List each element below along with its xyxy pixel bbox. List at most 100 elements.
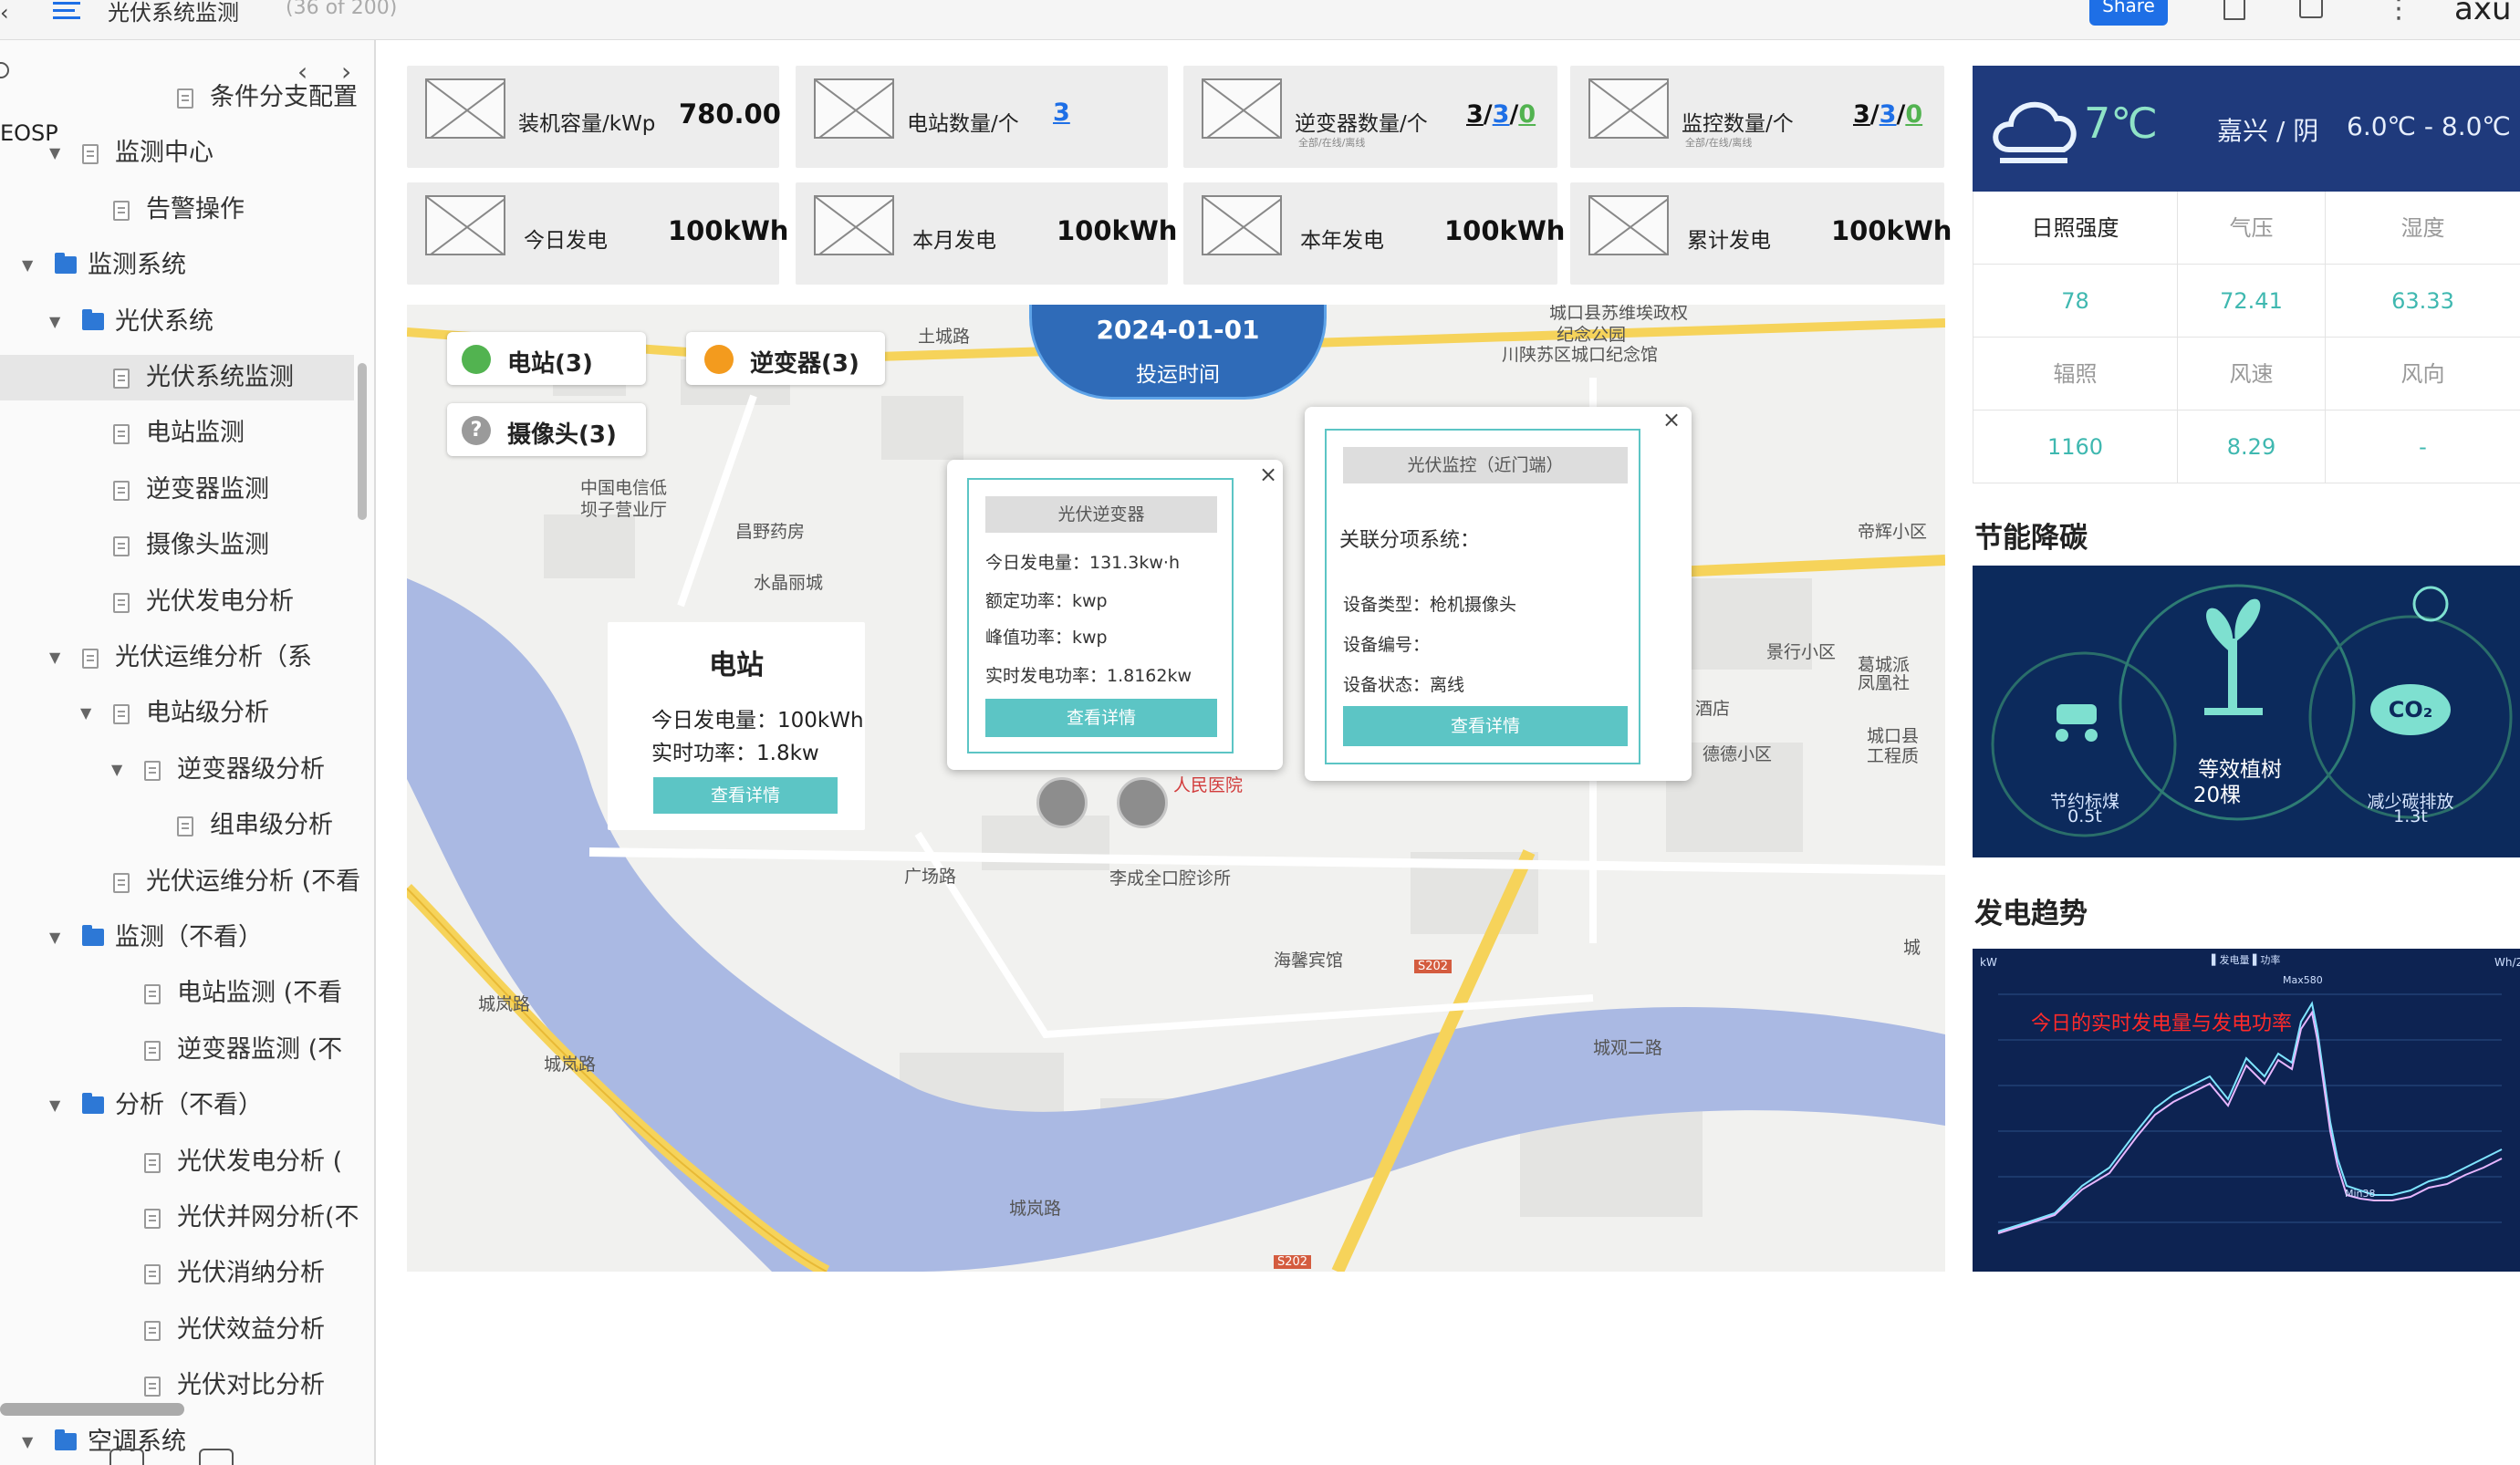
- brand-logo: axu: [2454, 0, 2512, 27]
- sidebar-item[interactable]: ▼ 监测系统: [0, 243, 354, 288]
- close-icon[interactable]: ×: [1259, 462, 1277, 487]
- sidebar-item[interactable]: ▼ 监测（不看）: [0, 915, 354, 961]
- sidebar-item[interactable]: 组串级分析: [0, 803, 354, 848]
- placeholder-image-icon: [1588, 195, 1669, 255]
- expand-arrow-icon[interactable]: ▼: [49, 1083, 60, 1128]
- page-icon: [113, 480, 130, 501]
- sidebar-item[interactable]: 光伏运维分析 (不看: [0, 859, 360, 905]
- chip-station[interactable]: 电站(3): [447, 332, 646, 385]
- sidebar-item[interactable]: ▼ 监测中心: [0, 130, 354, 176]
- expand-arrow-icon[interactable]: ▼: [49, 915, 60, 961]
- placeholder-image-icon: [1202, 195, 1282, 255]
- sidebar-item[interactable]: ▼ 分析（不看）: [0, 1083, 354, 1128]
- more-icon[interactable]: ⋮: [2385, 0, 2412, 25]
- horizontal-scrollbar[interactable]: [0, 1403, 184, 1416]
- map-view[interactable]: 土城路 城口县苏维埃政权 纪念公园 川陕苏区城口纪念馆 中国电信低 坝子营业厅 昌野药房 水晶…: [407, 305, 1945, 1272]
- share-button[interactable]: Share: [2089, 0, 2168, 26]
- kpi-value[interactable]: 3/3/0: [1853, 100, 1922, 129]
- trend-legend: ▌发电量 ▌功率: [2212, 954, 2281, 966]
- camera-row: 设备类型：枪机摄像头: [1343, 595, 1517, 615]
- next-page-icon[interactable]: [199, 1449, 234, 1465]
- wrench-icon: [704, 345, 734, 374]
- weather-value: 78: [1973, 265, 2178, 338]
- sidebar-item[interactable]: 光伏并网分析(不: [0, 1195, 359, 1241]
- inverter-detail-button[interactable]: 查看详情: [985, 699, 1217, 737]
- sidebar-item-label: 逆变器监测 (不: [177, 1034, 343, 1064]
- chip-camera[interactable]: ? 摄像头(3): [447, 403, 646, 456]
- question-icon: ?: [462, 416, 491, 445]
- map-place-label: 景行小区: [1766, 642, 1837, 662]
- sidebar-item[interactable]: 电站监测 (不看: [0, 971, 354, 1016]
- placeholder-image-icon: [814, 195, 894, 255]
- sidebar-item-label: 分析（不看）: [115, 1091, 263, 1120]
- comment-icon[interactable]: [2299, 0, 2323, 18]
- folder-icon: [55, 1429, 77, 1450]
- page-icon: [82, 144, 99, 165]
- kpi-value: 780.00: [679, 99, 781, 130]
- svg-text:CO₂: CO₂: [2389, 697, 2433, 722]
- kpi-value[interactable]: 3/3/0: [1466, 100, 1536, 129]
- close-icon[interactable]: ×: [1662, 407, 1681, 432]
- expand-arrow-icon[interactable]: ▼: [22, 1419, 33, 1465]
- camera-detail-button[interactable]: 查看详情: [1343, 706, 1628, 746]
- expand-arrow-icon[interactable]: ▼: [49, 130, 60, 176]
- sidebar-item[interactable]: 告警操作: [0, 187, 354, 233]
- sidebar-item-label: 光伏运维分析（系: [115, 643, 312, 671]
- page-icon: [177, 88, 193, 109]
- trend-heading: 发电趋势: [1974, 898, 2088, 930]
- sidebar-item-label: 告警操作: [146, 194, 245, 223]
- sidebar-item[interactable]: 光伏消纳分析: [0, 1251, 354, 1296]
- trend-ylabel-right: Wh/2: [2494, 956, 2520, 969]
- kpi-card: 监控数量/个 全部/在线/离线 3/3/0: [1570, 66, 1944, 168]
- sidebar-item[interactable]: 条件分支配置: [0, 75, 358, 120]
- sidebar-item[interactable]: ▼ 光伏系统: [0, 299, 354, 345]
- sidebar-item[interactable]: 光伏发电分析 (: [0, 1139, 354, 1185]
- kpi-sublabel: 全部/在线/离线: [1685, 137, 1753, 149]
- sidebar-item-label: 光伏消纳分析: [177, 1259, 325, 1288]
- sidebar-item[interactable]: 光伏对比分析: [0, 1363, 354, 1408]
- kpi-label: 本年发电: [1300, 229, 1384, 253]
- kpi-value[interactable]: 3: [1053, 99, 1070, 127]
- weather-range: 6.0℃ - 8.0℃: [2347, 111, 2511, 141]
- kpi-label: 本月发电: [912, 229, 996, 253]
- sidebar-item-label: 光伏系统监测: [146, 363, 294, 391]
- sidebar-item[interactable]: 光伏效益分析: [0, 1307, 354, 1353]
- back-chevron-icon[interactable]: ‹: [0, 0, 9, 26]
- date-value: 2024-01-01: [1096, 315, 1260, 345]
- sidebar-item[interactable]: ▼ 光伏运维分析（系: [0, 635, 354, 681]
- camera-marker-icon[interactable]: [1117, 777, 1168, 828]
- sidebar-item[interactable]: ▼ 逆变器级分析: [0, 747, 354, 793]
- sidebar-item[interactable]: 逆变器监测 (不: [0, 1027, 354, 1073]
- prev-page-icon[interactable]: [109, 1449, 144, 1465]
- expand-arrow-icon[interactable]: ▼: [111, 747, 122, 793]
- sidebar-item[interactable]: 逆变器监测: [0, 467, 354, 513]
- sidebar-item-label: 逆变器级分析: [177, 754, 325, 784]
- expand-arrow-icon[interactable]: ▼: [80, 691, 91, 736]
- trend-chart-title: 今日的实时发电量与发电功率: [2031, 1013, 2293, 1035]
- page-icon: [113, 592, 130, 613]
- page-icon: [113, 872, 130, 893]
- station-detail-button[interactable]: 查看详情: [653, 777, 838, 814]
- menu-icon[interactable]: [53, 2, 84, 22]
- camera-marker-icon[interactable]: [1036, 777, 1088, 828]
- weather-value: 8.29: [2178, 410, 2326, 483]
- expand-arrow-icon[interactable]: ▼: [49, 299, 60, 345]
- sidebar-item[interactable]: ▼ 电站级分析: [0, 691, 354, 736]
- expand-arrow-icon[interactable]: ▼: [22, 243, 33, 288]
- sidebar-item[interactable]: 光伏发电分析: [0, 579, 354, 625]
- kpi-value: 100kWh: [668, 215, 789, 246]
- sidebar-item[interactable]: 摄像头监测: [0, 523, 354, 568]
- placeholder-image-icon: [1202, 78, 1282, 139]
- inverter-row: 今日发电量：131.3kw·h: [985, 553, 1181, 573]
- sidebar-scrollbar[interactable]: [358, 363, 367, 520]
- pages-icon[interactable]: [2223, 0, 2245, 20]
- expand-arrow-icon[interactable]: ▼: [49, 635, 60, 681]
- map-place-label: 凤凰社: [1858, 673, 1911, 693]
- folder-icon: [82, 925, 104, 946]
- sidebar-item[interactable]: ▼ 空调系统: [0, 1419, 354, 1465]
- sidebar-item[interactable]: 电站监测: [0, 410, 354, 456]
- sidebar-item[interactable]: 光伏系统监测: [0, 355, 354, 400]
- kpi-card: 本月发电 100kWh: [796, 182, 1177, 285]
- weather-value: -: [2326, 410, 2520, 483]
- chip-inverter[interactable]: 逆变器(3): [686, 332, 885, 385]
